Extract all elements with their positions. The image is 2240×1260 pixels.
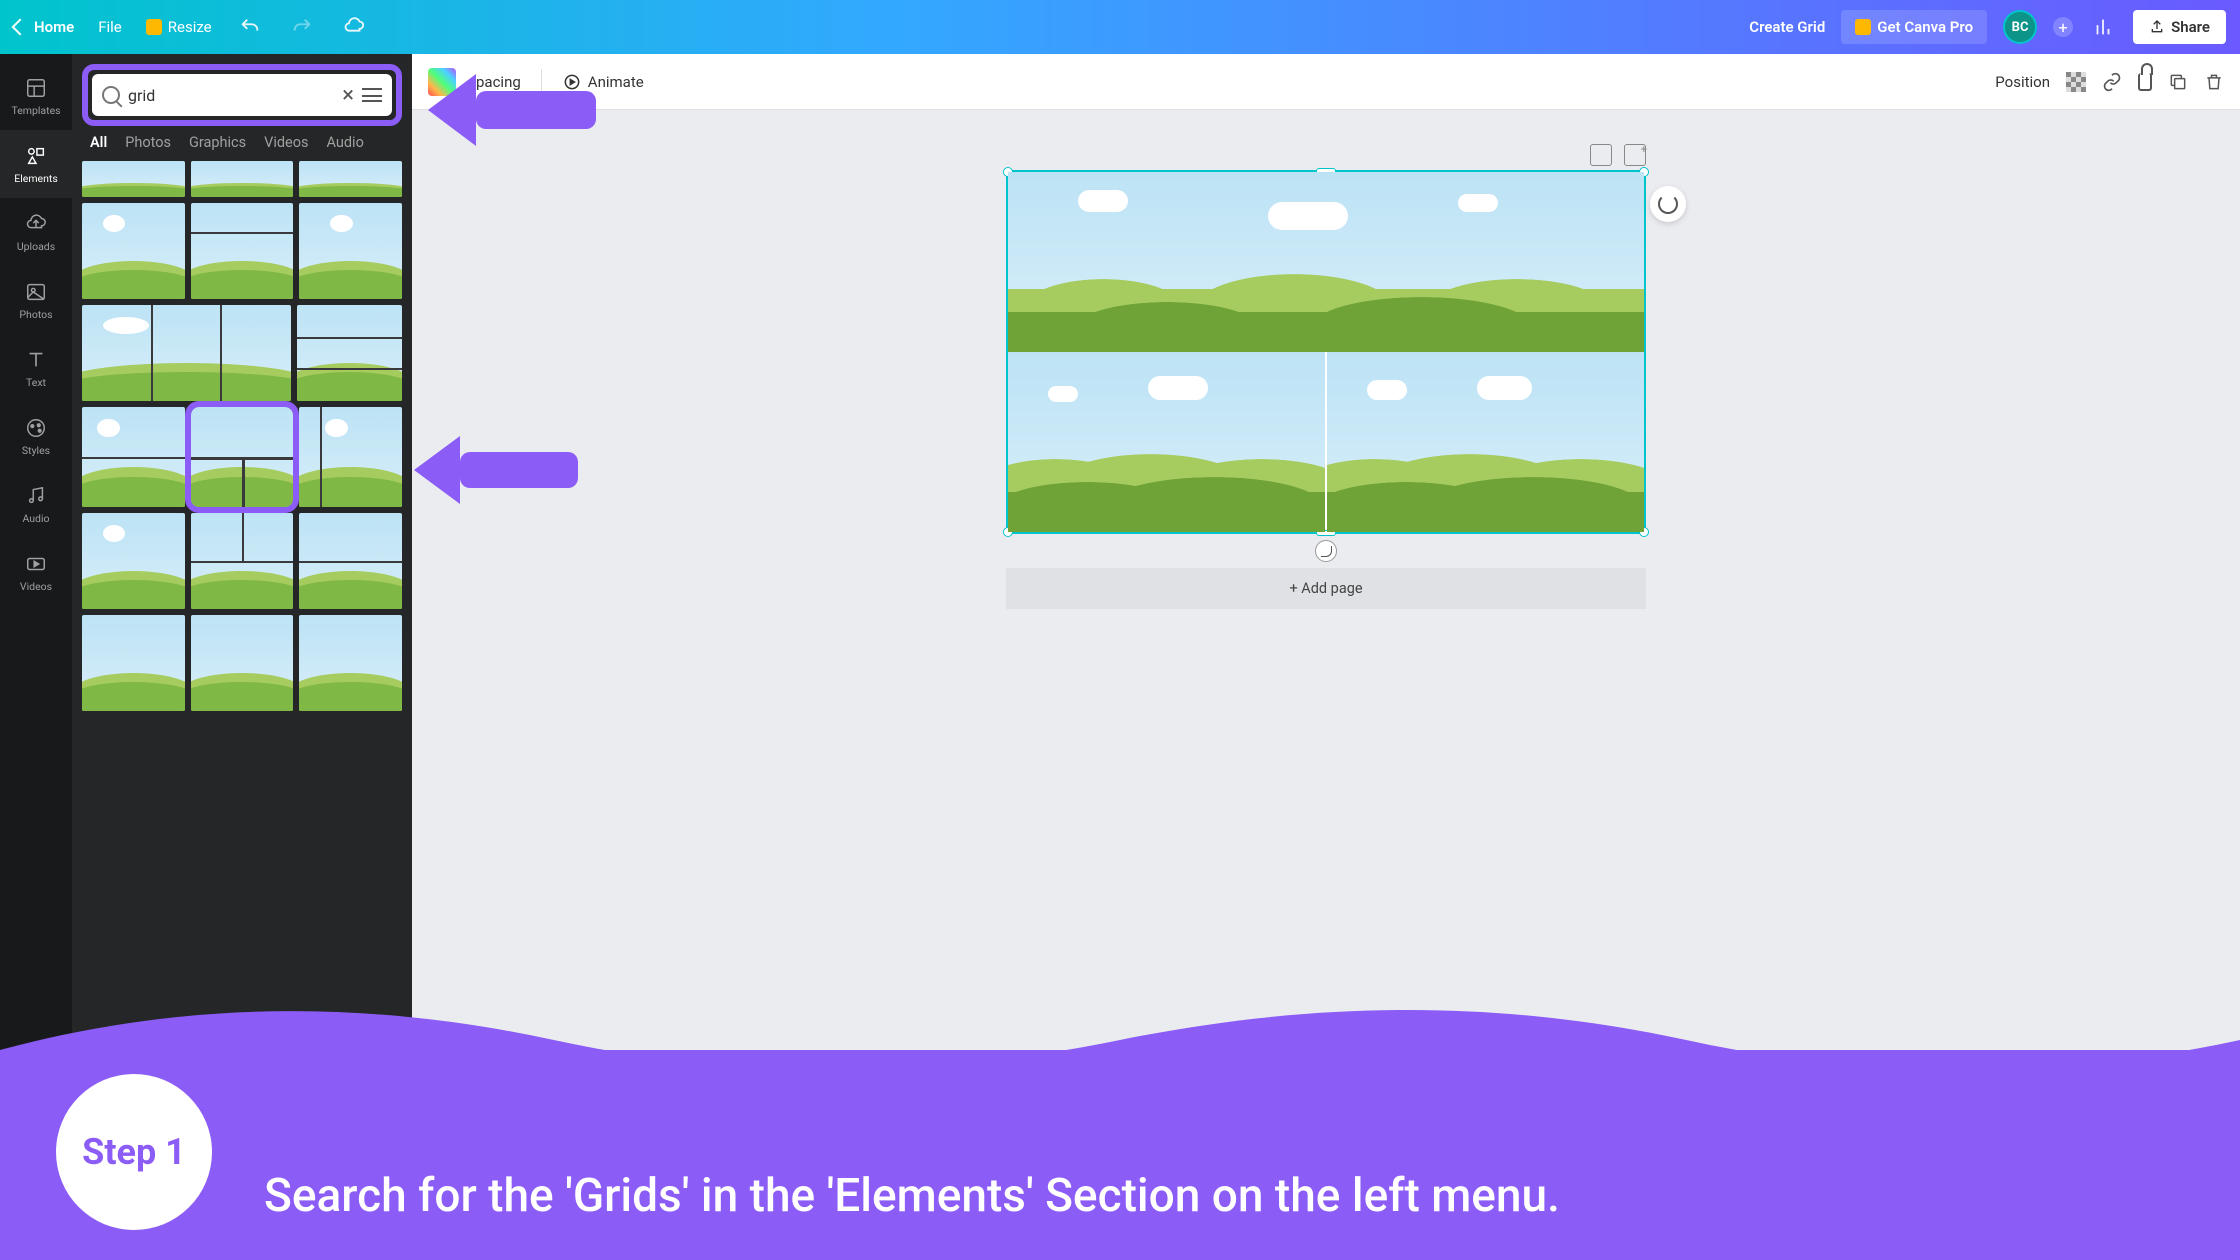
grid-option[interactable] [299,203,402,299]
clear-search-button[interactable]: × [342,83,354,108]
grid-option[interactable] [299,407,402,507]
rail-templates[interactable]: Templates [0,62,72,130]
share-button[interactable]: Share [2133,10,2226,44]
cloud-sync-icon[interactable] [340,13,368,41]
filter-icon[interactable] [362,88,382,102]
redo-button[interactable] [288,13,316,41]
search-input[interactable] [128,86,334,105]
grid-option[interactable] [191,513,294,609]
canvas-page[interactable] [1006,170,1646,534]
step-text: Search for the 'Grids' in the 'Elements'… [264,1167,2200,1226]
grid-option[interactable] [82,513,185,609]
crown-icon [146,19,162,35]
rail-videos[interactable]: Videos [0,538,72,606]
rail-audio[interactable]: Audio [0,470,72,538]
tab-graphics[interactable]: Graphics [189,134,246,151]
avatar[interactable]: BC [2003,10,2037,44]
duplicate-page-icon[interactable] [1590,144,1612,166]
link-icon[interactable] [2102,72,2122,92]
add-page-button[interactable]: + Add page [1006,568,1646,609]
file-menu[interactable]: File [98,18,122,36]
home-label: Home [34,18,74,36]
resize-label: Resize [168,18,212,36]
grid-cell-bottom-left[interactable] [1008,352,1325,532]
document-title[interactable]: Create Grid [1749,18,1825,36]
rotate-button[interactable] [1650,186,1686,222]
crown-icon [1855,19,1871,35]
grid-option[interactable] [297,305,402,401]
tab-all[interactable]: All [90,134,107,151]
grid-option[interactable] [82,615,185,711]
rail-uploads[interactable]: Uploads [0,198,72,266]
lock-icon[interactable] [2138,73,2152,91]
grid-option[interactable] [82,203,185,299]
tab-audio[interactable]: Audio [327,134,364,151]
 [191,615,294,711]
stats-icon[interactable] [2089,13,2117,41]
search-icon [102,86,120,104]
get-pro-button[interactable]: Get Canva Pro [1841,10,1987,44]
rail-styles[interactable]: Styles [0,402,72,470]
get-pro-label: Get Canva Pro [1877,18,1973,36]
new-page-icon[interactable]: + [1624,144,1646,166]
grid-option[interactable] [191,161,294,197]
trash-icon[interactable] [2204,72,2224,92]
grid-option[interactable] [299,161,402,197]
grid-option[interactable] [299,615,402,711]
grid-option[interactable] [82,305,291,401]
grid-cell-bottom-right[interactable] [1327,352,1644,532]
home-button[interactable]: Home [14,18,74,36]
rotate-handle[interactable] [1315,540,1337,562]
grid-option[interactable] [299,513,402,609]
grid-cell-top[interactable] [1008,172,1644,352]
grid-option-selected[interactable] [191,407,294,507]
undo-button[interactable] [236,13,264,41]
share-label: Share [2171,18,2210,36]
filter-tabs: All Photos Graphics Videos Audio [82,134,402,161]
chevron-left-icon [12,19,29,36]
tutorial-arrow [414,436,578,504]
tab-photos[interactable]: Photos [125,134,171,151]
resize-button[interactable]: Resize [146,18,212,36]
rail-elements[interactable]: Elements [0,130,72,198]
transparency-icon[interactable] [2066,72,2086,92]
top-menu-bar: Home File Resize Create Grid Get Canva P… [0,0,2240,54]
search-highlight: × [82,64,402,126]
grid-option[interactable] [82,161,185,197]
grid-option[interactable] [191,203,294,299]
position-button[interactable]: Position [1995,73,2050,91]
step-badge: Step 1 [56,1074,212,1230]
tutorial-overlay: Step 1 Search for the 'Grids' in the 'El… [0,990,2240,1260]
tutorial-arrow [428,74,596,146]
rail-photos[interactable]: Photos [0,266,72,334]
tab-videos[interactable]: Videos [264,134,308,151]
search-bar: × [92,74,392,116]
duplicate-icon[interactable] [2168,72,2188,92]
grid-option[interactable] [82,407,185,507]
context-toolbar: pacing Animate Position [412,54,2240,110]
rail-text[interactable]: Text [0,334,72,402]
add-collaborator-button[interactable]: + [2053,17,2073,37]
